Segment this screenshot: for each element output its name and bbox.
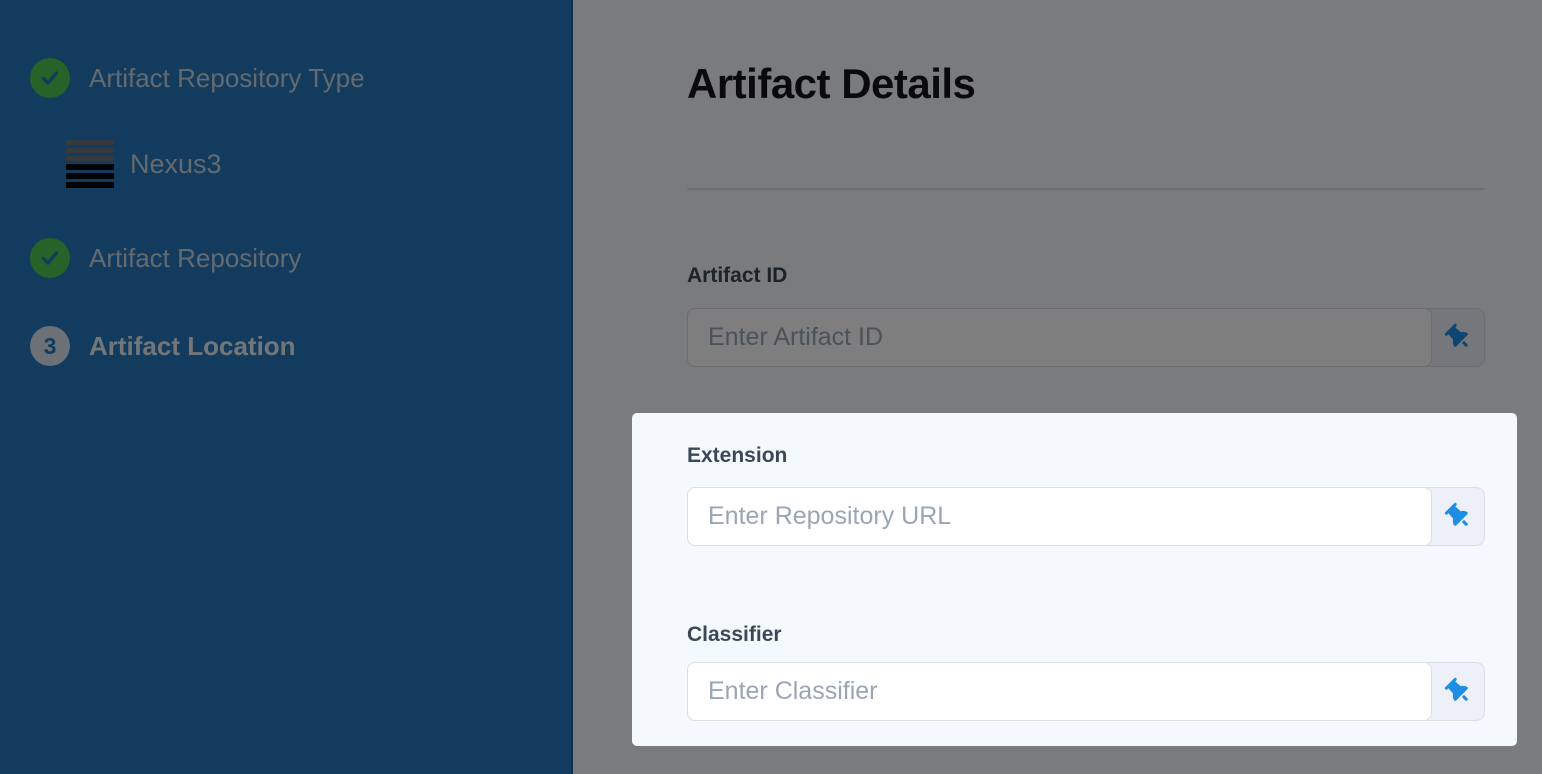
artifact-id-input[interactable] <box>687 308 1432 367</box>
extension-label: Extension <box>687 444 787 468</box>
nexus3-list-icon <box>66 140 114 188</box>
classifier-input[interactable] <box>687 662 1432 721</box>
step-number-badge: 3 <box>30 326 70 366</box>
step-complete-check-icon <box>30 238 70 278</box>
section-divider <box>687 188 1484 190</box>
extension-input-group <box>687 487 1485 546</box>
step-label: Artifact Location <box>89 331 296 362</box>
step-artifact-location[interactable]: 3 Artifact Location <box>30 326 296 366</box>
pin-icon <box>1440 320 1475 355</box>
selected-repo-type-nexus3[interactable]: Nexus3 <box>66 140 222 188</box>
extension-pin-button[interactable] <box>1432 488 1484 545</box>
classifier-pin-button[interactable] <box>1432 663 1484 720</box>
highlighted-section: Extension Classifier <box>632 413 1517 746</box>
extension-input[interactable] <box>687 487 1432 546</box>
pin-icon <box>1440 499 1475 534</box>
step-artifact-repository[interactable]: Artifact Repository <box>30 238 301 278</box>
step-label: Artifact Repository Type <box>89 63 365 94</box>
step-complete-check-icon <box>30 58 70 98</box>
classifier-input-group <box>687 662 1485 721</box>
wizard-sidebar: Artifact Repository Type Nexus3 Artifact… <box>0 0 573 774</box>
artifact-id-input-group <box>687 308 1485 367</box>
selected-repo-type-label: Nexus3 <box>130 149 222 180</box>
step-artifact-repository-type[interactable]: Artifact Repository Type <box>30 58 365 98</box>
artifact-id-pin-button[interactable] <box>1432 309 1484 366</box>
step-label: Artifact Repository <box>89 243 301 274</box>
artifact-details-panel: Artifact Details Artifact ID Extension C… <box>573 0 1542 774</box>
pin-icon <box>1440 674 1475 709</box>
artifact-id-label: Artifact ID <box>687 264 787 288</box>
page-title: Artifact Details <box>687 60 975 108</box>
classifier-label: Classifier <box>687 623 782 647</box>
